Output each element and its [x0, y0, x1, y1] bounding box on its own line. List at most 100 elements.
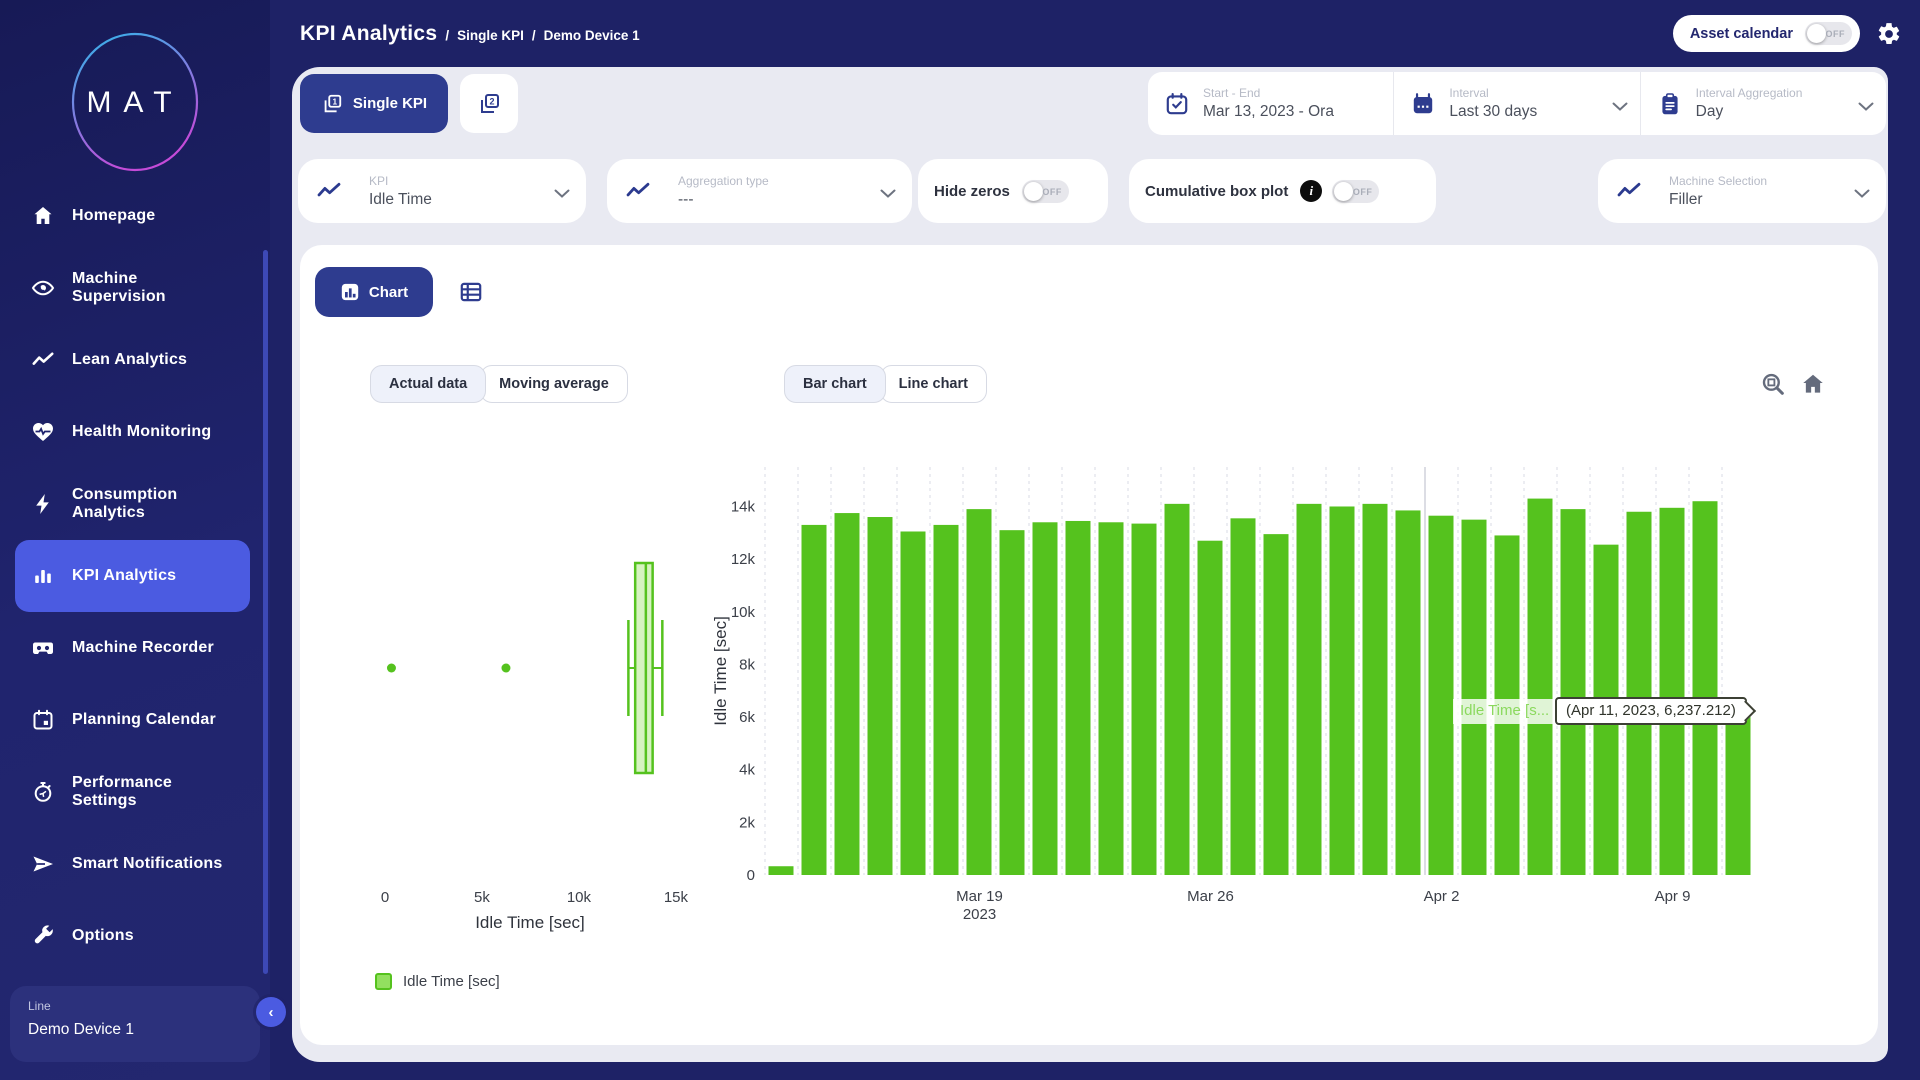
plot-tools	[1760, 371, 1826, 397]
sidebar-item-lean-analytics[interactable]: Lean Analytics	[15, 324, 250, 396]
sidebar-item-machine-supervision[interactable]: Machine Supervision	[15, 252, 250, 324]
sidebar-item-label: Machine Recorder	[72, 639, 214, 657]
bar[interactable]	[1231, 518, 1256, 875]
bar[interactable]	[1462, 520, 1487, 875]
machine-selection-select[interactable]: Machine Selection Filler	[1598, 159, 1886, 223]
bar[interactable]	[868, 517, 893, 875]
start-end-field[interactable]: Start - End Mar 13, 2023 - Ora	[1148, 72, 1393, 135]
sidebar-item-consumption-analytics[interactable]: Consumption Analytics	[15, 468, 250, 540]
bar[interactable]	[1033, 522, 1058, 875]
bar[interactable]	[1198, 541, 1223, 875]
bar[interactable]	[802, 525, 827, 875]
bar[interactable]	[1561, 509, 1586, 875]
bar[interactable]	[1099, 522, 1124, 875]
bar[interactable]	[1627, 512, 1652, 875]
interval-aggregation-field[interactable]: Interval Aggregation Day	[1640, 72, 1886, 135]
svg-text:Apr 9: Apr 9	[1655, 888, 1691, 905]
calendar-icon	[31, 708, 55, 732]
bar[interactable]	[835, 513, 860, 875]
svg-text:Idle Time [sec]: Idle Time [sec]	[475, 913, 585, 932]
svg-text:2: 2	[489, 96, 494, 106]
trend-icon	[31, 348, 55, 372]
stopwatch-icon	[31, 780, 55, 804]
bar[interactable]	[1000, 530, 1025, 875]
svg-text:Apr 2: Apr 2	[1424, 888, 1460, 905]
settings-gear-icon[interactable]	[1876, 21, 1902, 47]
trend-icon	[1616, 178, 1642, 204]
bar[interactable]	[901, 531, 926, 875]
chevron-down-icon	[1854, 186, 1870, 196]
send-icon	[31, 852, 55, 876]
bar[interactable]	[1429, 516, 1454, 875]
multi-kpi-button[interactable]: 2	[460, 74, 518, 133]
cumulative-box-plot-label: Cumulative box plot	[1145, 183, 1288, 200]
toggle-state-label: OFF	[1042, 187, 1062, 197]
sidebar-collapse-button[interactable]	[256, 997, 286, 1027]
bar[interactable]	[1165, 504, 1190, 875]
zoom-selection-icon[interactable]	[1760, 371, 1786, 397]
bar[interactable]	[1297, 504, 1322, 875]
moving-average-button[interactable]: Moving average	[480, 365, 628, 403]
line-chart-button[interactable]: Line chart	[880, 365, 987, 403]
info-icon[interactable]	[1300, 180, 1322, 202]
bar[interactable]	[1330, 506, 1355, 875]
interval-label: Interval	[1449, 86, 1605, 100]
sidebar: MAT Homepage Machine Supervision Lean Anal…	[0, 0, 270, 1080]
sidebar-item-options[interactable]: Options	[15, 900, 250, 972]
bar[interactable]	[1693, 501, 1718, 875]
box-plot: 05k10k15kIdle Time [sec]	[355, 455, 735, 933]
bar[interactable]	[1528, 499, 1553, 875]
bar[interactable]	[1363, 504, 1388, 875]
cumulative-box-plot-toggle[interactable]: OFF	[1332, 180, 1379, 203]
bar[interactable]	[967, 509, 992, 875]
reset-home-icon[interactable]	[1800, 371, 1826, 397]
sidebar-item-label: Planning Calendar	[72, 711, 216, 729]
sidebar-item-label: Machine Supervision	[72, 270, 232, 307]
sidebar-item-kpi-analytics[interactable]: KPI Analytics	[15, 540, 250, 612]
multi-kpi-icon: 2	[477, 92, 501, 116]
chart-legend[interactable]: Idle Time [sec]	[375, 973, 500, 990]
logo-text: MAT	[86, 86, 183, 119]
bar-chart: 02k4k6k8k10k12k14kMar 192023Mar 26Apr 2A…	[710, 455, 1770, 933]
machine-selection-label: Machine Selection	[1669, 174, 1844, 188]
bar[interactable]	[1066, 521, 1091, 875]
sidebar-item-planning-calendar[interactable]: Planning Calendar	[15, 684, 250, 756]
outlier-point[interactable]	[501, 664, 510, 673]
bar[interactable]	[934, 525, 959, 875]
tooltip-value-callout: (Apr 11, 2023, 6,237.212)	[1555, 697, 1747, 725]
single-kpi-icon: 1	[321, 93, 343, 115]
asset-calendar-toggle-pill[interactable]: Asset calendar OFF	[1673, 15, 1860, 52]
asset-calendar-toggle[interactable]: OFF	[1805, 22, 1852, 45]
aggregation-type-select[interactable]: Aggregation type ---	[607, 159, 912, 223]
data-mode-group: Actual data Moving average	[370, 365, 628, 403]
bar[interactable]	[1396, 510, 1421, 875]
legend-swatch	[375, 973, 392, 990]
sidebar-item-performance-settings[interactable]: Performance Settings	[15, 756, 250, 828]
svg-text:6k: 6k	[739, 709, 755, 726]
interval-field[interactable]: Interval Last 30 days	[1393, 72, 1639, 135]
chart-tab-button[interactable]: Chart	[315, 267, 433, 317]
sidebar-item-health-monitoring[interactable]: Health Monitoring	[15, 396, 250, 468]
sidebar-item-smart-notifications[interactable]: Smart Notifications	[15, 828, 250, 900]
bar[interactable]	[1264, 534, 1289, 875]
single-kpi-button[interactable]: 1 Single KPI	[300, 74, 448, 133]
sidebar-item-homepage[interactable]: Homepage	[15, 180, 250, 252]
hide-zeros-label: Hide zeros	[934, 183, 1010, 200]
svg-text:Mar 19: Mar 19	[956, 888, 1003, 905]
actual-data-button[interactable]: Actual data	[370, 365, 486, 403]
sidebar-scrollbar[interactable]	[263, 250, 268, 974]
outlier-point[interactable]	[387, 664, 396, 673]
sidebar-item-machine-recorder[interactable]: Machine Recorder	[15, 612, 250, 684]
kpi-select[interactable]: KPI Idle Time	[298, 159, 586, 223]
bar-chart-button[interactable]: Bar chart	[784, 365, 886, 403]
bar[interactable]	[769, 866, 794, 875]
hide-zeros-toggle[interactable]: OFF	[1022, 180, 1069, 203]
selected-device-card[interactable]: Line Demo Device 1	[10, 986, 260, 1062]
table-view-icon[interactable]	[458, 279, 484, 305]
asset-calendar-label: Asset calendar	[1690, 26, 1793, 42]
bar[interactable]	[1660, 508, 1685, 875]
bar[interactable]	[1132, 524, 1157, 875]
bar[interactable]	[1726, 711, 1751, 875]
svg-text:Idle Time [sec]: Idle Time [sec]	[711, 616, 730, 726]
breadcrumb: KPI Analytics Single KPI Demo Device 1	[300, 22, 1673, 46]
